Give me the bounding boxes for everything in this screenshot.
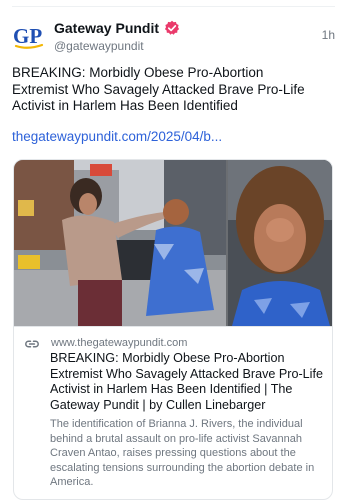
avatar[interactable]: GP xyxy=(12,20,44,52)
card-title[interactable]: BREAKING: Morbidly Obese Pro-Abortion Ex… xyxy=(50,351,328,414)
author-name-row: Gateway Pundit xyxy=(54,19,180,37)
author-handle[interactable]: @gatewaypundit xyxy=(54,39,180,53)
card-divider xyxy=(14,326,332,327)
card-description: The identification of Brianna J. Rivers,… xyxy=(50,418,315,489)
link-icon xyxy=(24,338,40,350)
card-photo-illustration xyxy=(14,160,332,326)
author-name[interactable]: Gateway Pundit xyxy=(54,20,159,36)
top-divider xyxy=(12,6,335,7)
avatar-logo-text: GP xyxy=(13,24,42,48)
author-block: Gateway Pundit @gatewaypundit xyxy=(54,19,180,53)
card-domain-row: www.thegatewaypundit.com xyxy=(14,336,332,352)
post-link[interactable]: thegatewaypundit.com/2025/04/b... xyxy=(12,128,322,145)
post-timestamp[interactable]: 1h xyxy=(322,28,335,42)
post-text: BREAKING: Morbidly Obese Pro-Abortion Ex… xyxy=(12,65,305,113)
post-header: GP Gateway Pundit @gatewaypundit 1h xyxy=(12,16,335,56)
card-image[interactable] xyxy=(14,160,332,326)
link-preview-card[interactable]: www.thegatewaypundit.com BREAKING: Morbi… xyxy=(13,159,333,500)
card-domain: www.thegatewaypundit.com xyxy=(51,337,188,349)
verified-badge-icon xyxy=(164,20,180,36)
gateway-pundit-logo: GP xyxy=(13,24,44,49)
